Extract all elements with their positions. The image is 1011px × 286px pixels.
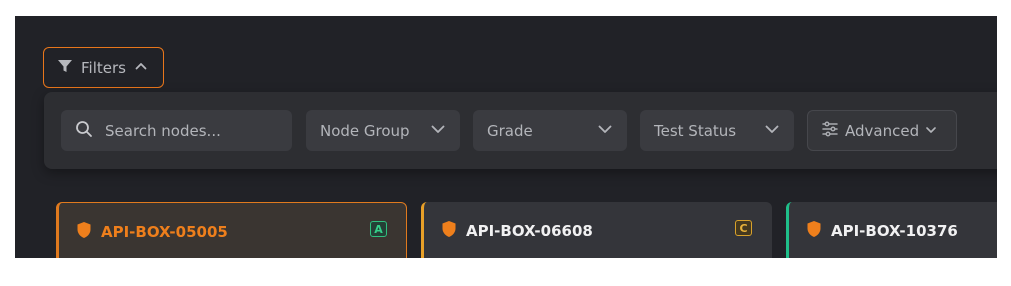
advanced-filters-button[interactable]: Advanced [807, 110, 957, 151]
card-header: API-BOX-05005 [76, 221, 228, 243]
node-group-label: Node Group [320, 121, 410, 140]
advanced-label: Advanced [845, 121, 920, 140]
card-header: API-BOX-10376 [806, 220, 958, 242]
filter-panel: Node Group Grade Test Status [44, 92, 997, 169]
node-title: API-BOX-06608 [466, 222, 593, 240]
filters-label: Filters [81, 58, 126, 77]
search-field[interactable] [61, 110, 292, 151]
chevron-up-icon [134, 59, 148, 77]
chevron-down-icon [597, 121, 613, 141]
test-status-label: Test Status [654, 121, 737, 140]
node-group-dropdown[interactable]: Node Group [306, 110, 460, 151]
chevron-down-icon [764, 121, 780, 141]
shield-icon [76, 221, 92, 243]
card-header: API-BOX-06608 [441, 220, 593, 242]
grade-badge: C [735, 220, 752, 236]
node-title: API-BOX-05005 [101, 223, 228, 241]
sliders-icon [821, 120, 839, 142]
shield-icon [441, 220, 457, 242]
shield-icon [806, 220, 822, 242]
grade-dropdown[interactable]: Grade [473, 110, 627, 151]
chevron-down-icon [925, 122, 937, 140]
search-input[interactable] [105, 121, 275, 140]
grade-badge: A [370, 221, 387, 237]
app-window: Filters Node Group Grade Test Status [15, 16, 997, 258]
chevron-down-icon [430, 121, 446, 141]
node-card[interactable]: API-BOX-05005 A [56, 202, 407, 258]
test-status-dropdown[interactable]: Test Status [640, 110, 794, 151]
search-icon [75, 120, 93, 142]
node-card[interactable]: API-BOX-06608 C [421, 202, 772, 258]
node-title: API-BOX-10376 [831, 222, 958, 240]
filters-toggle-button[interactable]: Filters [43, 47, 164, 88]
filter-icon [57, 58, 73, 78]
node-card[interactable]: API-BOX-10376 [786, 202, 997, 258]
grade-label: Grade [487, 121, 533, 140]
